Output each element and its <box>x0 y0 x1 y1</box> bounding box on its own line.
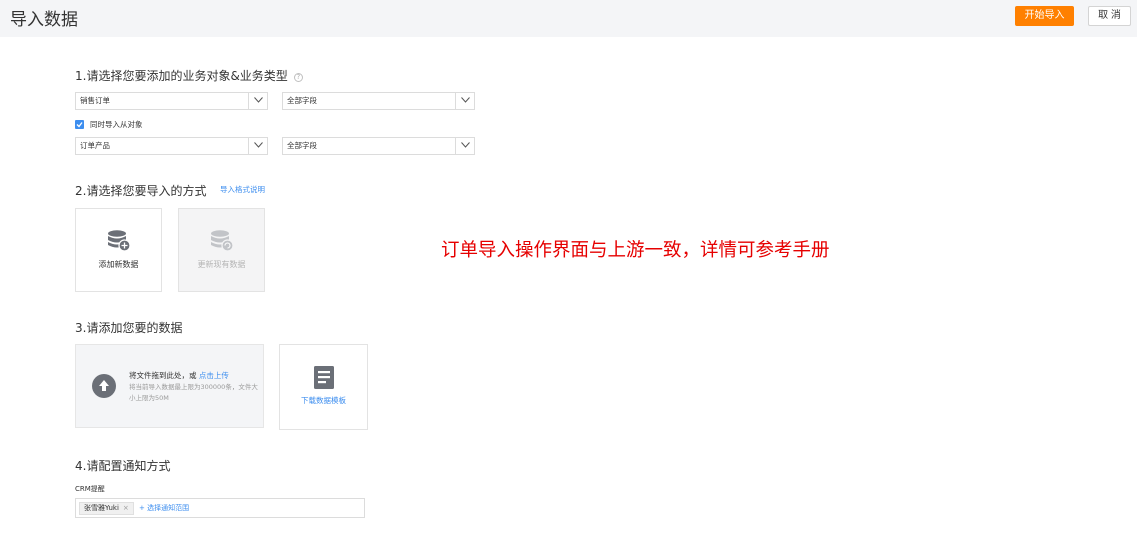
mode-update-existing-label: 更新现有数据 <box>197 260 246 269</box>
import-child-checkbox[interactable] <box>75 120 84 129</box>
step1-title-text: 1.请选择您要添加的业务对象&业务类型 <box>75 69 288 83</box>
upload-icon <box>92 374 116 398</box>
step1-title: 1.请选择您要添加的业务对象&业务类型? <box>75 67 303 84</box>
object-select[interactable]: 销售订单 <box>75 92 268 110</box>
mode-add-new-card[interactable]: 添加新数据 <box>75 208 162 292</box>
annotation-text: 订单导入操作界面与上游一致，详情可参考手册 <box>441 240 830 261</box>
child-object-select[interactable]: 订单产品 <box>75 137 268 155</box>
document-icon <box>314 366 334 389</box>
type-select-value: 全部字段 <box>287 96 317 105</box>
notify-recipients-field[interactable]: 张雪雅Yuki × + 选择通知范围 <box>75 498 365 518</box>
chevron-down-icon[interactable] <box>455 138 474 154</box>
step3-title: 3.请添加您要的数据 <box>75 321 183 335</box>
page-header: 导入数据 开始导入 取 消 <box>0 0 1137 37</box>
child-type-select-value: 全部字段 <box>287 141 317 150</box>
crm-reminder-label: CRM提醒 <box>75 485 105 493</box>
database-update-icon <box>211 230 234 252</box>
page-title: 导入数据 <box>10 10 78 30</box>
question-circle-icon[interactable]: ? <box>293 73 303 82</box>
recipient-tag: 张雪雅Yuki × <box>79 502 134 515</box>
type-select[interactable]: 全部字段 <box>282 92 475 110</box>
click-upload-link[interactable]: 点击上传 <box>199 371 229 380</box>
object-select-value: 销售订单 <box>80 96 110 105</box>
start-import-button[interactable]: 开始导入 <box>1015 6 1074 26</box>
upload-instruction: 将文件拖到此处，或 点击上传 <box>129 370 229 381</box>
chevron-down-icon[interactable] <box>248 93 267 109</box>
close-icon[interactable]: × <box>123 504 129 512</box>
upload-text: 将文件拖到此处，或 <box>129 371 197 380</box>
download-template-link[interactable]: 下载数据模板 <box>280 395 367 406</box>
chevron-down-icon[interactable] <box>455 93 474 109</box>
select-notify-scope-link[interactable]: + 选择通知范围 <box>139 503 189 514</box>
mode-add-new-label: 添加新数据 <box>98 260 139 269</box>
file-upload-dropzone[interactable]: 将文件拖到此处，或 点击上传 将当前导入数据最上限为300000条，文件大小上限… <box>75 344 264 428</box>
database-add-icon <box>108 230 131 252</box>
import-child-label: 同时导入从对象 <box>90 120 143 129</box>
chevron-down-icon[interactable] <box>248 138 267 154</box>
cancel-button[interactable]: 取 消 <box>1088 6 1131 26</box>
checkmark-icon <box>76 122 83 128</box>
step2-title: 2.请选择您要导入的方式 <box>75 184 207 198</box>
child-type-select[interactable]: 全部字段 <box>282 137 475 155</box>
download-template-card[interactable]: 下载数据模板 <box>279 344 368 430</box>
child-object-select-value: 订单产品 <box>80 141 110 150</box>
mode-update-existing-card: 更新现有数据 <box>178 208 265 292</box>
step4-title: 4.请配置通知方式 <box>75 459 171 473</box>
recipient-name: 张雪雅Yuki <box>84 504 119 512</box>
import-format-link[interactable]: 导入格式说明 <box>220 184 265 195</box>
upload-limit-hint: 将当前导入数据最上限为300000条，文件大小上限为50M <box>129 383 258 402</box>
